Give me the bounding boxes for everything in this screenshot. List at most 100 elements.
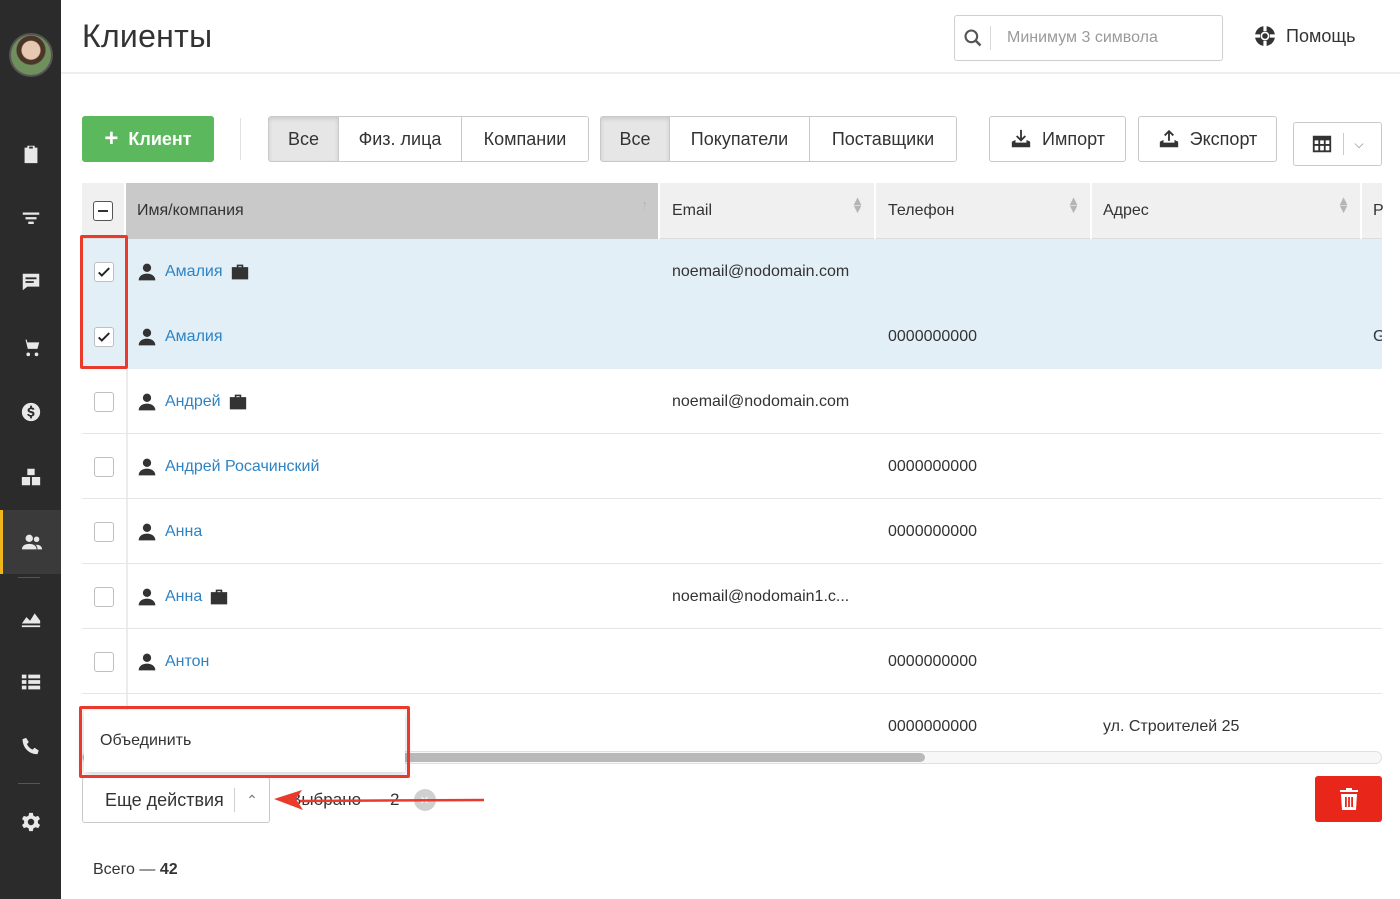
row-checkbox[interactable] [94,261,114,282]
sort-icon: ▲ ▼ [1067,193,1080,216]
lifebuoy-icon [1255,26,1275,46]
row-checkbox[interactable] [94,521,114,542]
chart-area-icon [21,613,40,628]
email-cell: noemail@nodomain.com [672,392,850,410]
person-icon [138,328,156,345]
filter-type-companies[interactable]: Компании [462,117,588,161]
client-name-link[interactable]: Анна [165,588,202,606]
page-title: Клиенты [82,18,213,54]
import-icon [1011,129,1031,148]
row-select-cell [82,499,126,564]
help-label: Помощь [1286,25,1356,46]
import-label: Импорт [1042,128,1105,149]
menu-item-merge[interactable]: Объединить [100,732,191,750]
row-checkbox[interactable] [94,326,114,347]
nav-catalog[interactable] [0,650,61,714]
email-cell [672,694,872,759]
more-actions-button[interactable]: Еще действия ⌃ [82,777,270,823]
name-cell: Анна [137,499,657,564]
filter-role-suppliers[interactable]: Поставщики [810,117,956,161]
extra-cell [1373,369,1382,434]
table-row[interactable]: Анна noemail@nodomain1.c... [82,564,1382,629]
boxes-icon [21,468,40,486]
export-button[interactable]: Экспорт [1138,116,1277,162]
dollar-icon [21,402,40,422]
client-name-link[interactable]: Андрей [165,393,221,411]
import-button[interactable]: Импорт [989,116,1126,162]
nav-calls[interactable] [0,715,61,779]
nav-analytics[interactable] [0,586,61,650]
avatar[interactable] [9,33,53,77]
funnel-icon [22,212,39,224]
nav-cart[interactable] [0,315,61,379]
email-cell: noemail@nodomain.com [672,262,850,280]
actions-menu: Объединить [84,710,405,772]
address-cell [1103,629,1358,694]
column-header-name[interactable]: Имя/компания ↑ [126,183,660,239]
sort-icon: ▲ ▼ [851,193,864,216]
address-cell [1103,499,1358,564]
filter-type-individuals[interactable]: Физ. лица [339,117,462,161]
row-checkbox[interactable] [94,651,114,672]
table-row[interactable]: Амалия 0000000000 G [82,304,1382,369]
nav-orders[interactable] [0,122,61,186]
person-icon [138,523,156,540]
select-all-checkbox[interactable] [93,201,113,221]
table-row[interactable]: Анна 0000000000 [82,499,1382,564]
nav-messages[interactable] [0,250,61,314]
row-select-cell [82,629,126,694]
name-cell: Андрей Росачинский [137,434,657,499]
email-cell [672,304,872,369]
briefcase-icon [229,394,246,409]
column-header-address[interactable]: Адрес ▲ ▼ [1092,183,1362,239]
nav-clients[interactable] [0,510,61,574]
nav-finance[interactable] [0,380,61,444]
cart-icon [21,339,39,357]
add-client-button[interactable]: + Клиент [82,116,214,162]
table-row[interactable]: Андрей noemail@nodomain.com [82,369,1382,434]
client-name-link[interactable]: Андрей Росачинский [165,458,319,476]
search-icon [955,26,991,50]
delete-button[interactable] [1315,776,1382,822]
address-cell [1103,369,1358,434]
column-header-extra[interactable]: Р [1362,183,1384,239]
client-name-link[interactable]: Амалия [165,328,223,346]
table-row[interactable]: Андрей Росачинский 0000000000 [82,434,1382,499]
search-box[interactable] [954,15,1223,61]
table-row[interactable]: Антон 0000000000 [82,629,1382,694]
users-icon [21,534,43,550]
extra-cell [1373,239,1382,304]
sort-up-icon: ↑ [641,197,649,212]
client-name-link[interactable]: Анна [165,523,202,541]
phone-icon [22,737,39,755]
column-header-email[interactable]: Email ▲ ▼ [660,183,876,239]
row-checkbox[interactable] [94,391,114,412]
columns-toggle-button[interactable]: ⌵ [1293,122,1382,166]
extra-cell [1373,499,1382,564]
column-header-phone[interactable]: Телефон ▲ ▼ [876,183,1092,239]
extra-cell [1373,694,1382,759]
extra-cell [1373,564,1382,629]
trash-icon [1339,788,1358,810]
message-icon [22,273,39,291]
sort-icon: ▲ ▼ [1337,193,1350,216]
nav-settings[interactable] [0,790,61,854]
help-link[interactable]: Помощь [1253,24,1356,48]
filter-type-all[interactable]: Все [269,117,339,161]
client-name-link[interactable]: Антон [165,653,209,671]
client-name-link[interactable]: Амалия [165,263,223,281]
filter-role-all[interactable]: Все [601,117,670,161]
nav-warehouse[interactable] [0,445,61,509]
person-icon [138,393,156,410]
extra-cell [1373,434,1382,499]
table-header: Имя/компания ↑ Email ▲ ▼ Телефон ▲ ▼ Адрес… [82,183,1384,239]
phone-cell: 0000000000 [888,652,977,670]
row-checkbox[interactable] [94,586,114,607]
filter-role-buyers[interactable]: Покупатели [670,117,810,161]
nav-funnel[interactable] [0,186,61,250]
phone-cell [888,564,1088,629]
person-icon [138,653,156,670]
search-input[interactable] [991,29,1211,47]
table-row[interactable]: Амалия noemail@nodomain.com [82,239,1382,304]
row-checkbox[interactable] [94,456,114,477]
